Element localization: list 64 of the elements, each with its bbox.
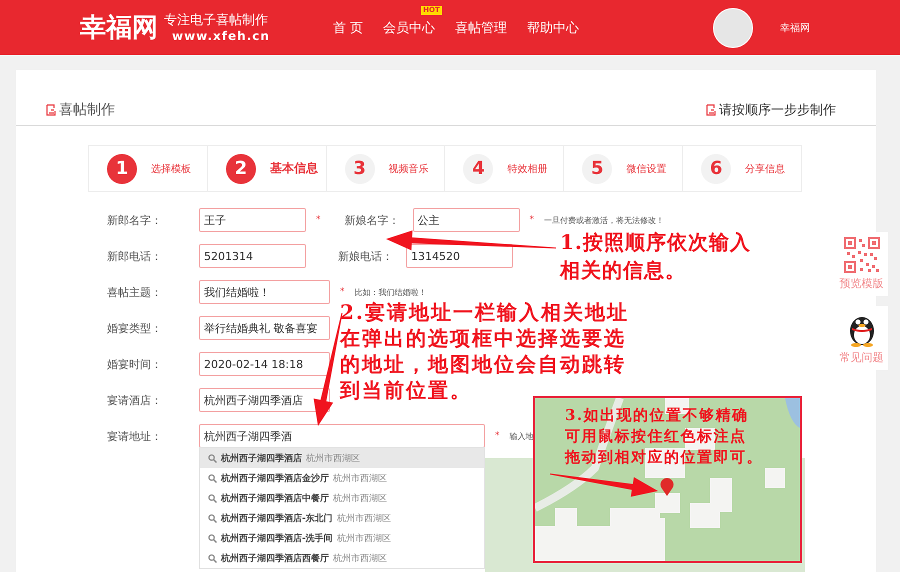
- nav-link[interactable]: 喜帖管理: [455, 18, 508, 36]
- site-slogan: 专注电子喜帖制作: [164, 12, 269, 28]
- qr-code-icon: [844, 237, 880, 273]
- step-tab[interactable]: 基本信息: [270, 160, 318, 177]
- site-logo[interactable]: 幸福网: [80, 10, 164, 45]
- required-mark: *: [340, 287, 344, 297]
- annotation-text: 1.按照顺序依次输入 相关的信息。: [560, 229, 751, 284]
- required-mark: *: [530, 215, 534, 225]
- field-label: 新郎电话：: [107, 248, 163, 264]
- search-icon: [208, 474, 217, 482]
- text-field[interactable]: 杭州西子湖四季酒: [199, 424, 485, 448]
- text-field[interactable]: 1314520: [406, 244, 513, 268]
- field-label: 宴请酒店：: [107, 392, 163, 408]
- step-tab[interactable]: 特效相册: [507, 162, 548, 176]
- step-number: 6: [701, 154, 732, 184]
- field-label: 婚宴时间：: [107, 356, 163, 372]
- step-tab[interactable]: 分享信息: [745, 162, 786, 176]
- edit-icon: [46, 104, 57, 116]
- step-number: 4: [463, 154, 494, 184]
- edit-icon: [706, 104, 717, 116]
- search-icon: [208, 514, 217, 522]
- field-label: 新娘名字：: [344, 212, 400, 228]
- step-number: 2: [226, 154, 256, 184]
- side-label: 预览模版: [840, 276, 884, 291]
- text-field[interactable]: 2020-02-14 18:18: [199, 352, 330, 376]
- step-tab[interactable]: 微信设置: [626, 162, 666, 176]
- field-label: 喜帖主题：: [107, 284, 163, 300]
- text-field[interactable]: 我们结婚啦！: [199, 280, 330, 304]
- field-label: 新郎名字：: [107, 212, 163, 228]
- text-field[interactable]: 公主: [412, 208, 520, 232]
- hint-text: 比如：我们结婚啦！: [354, 286, 426, 298]
- side-label: 常见问题: [840, 350, 884, 365]
- step-number: 1: [107, 154, 137, 184]
- field-label: 新娘电话：: [338, 248, 394, 264]
- nav-link[interactable]: 帮助中心: [527, 18, 580, 36]
- user-name[interactable]: 幸福网: [780, 20, 810, 34]
- search-icon: [208, 534, 217, 542]
- hint-text: 一旦付费或者激活，将无法修改！: [544, 214, 664, 226]
- step-number: 3: [344, 154, 375, 184]
- suggestion-item[interactable]: 杭州西子湖四季酒店 杭州市西湖区: [200, 448, 484, 468]
- site-url: www.xfeh.cn: [171, 28, 271, 42]
- text-field[interactable]: 杭州西子湖四季酒店: [199, 388, 330, 412]
- hint-text: 输入地: [510, 430, 534, 442]
- map-marker-icon: [660, 478, 674, 496]
- field-label: 婚宴类型：: [107, 320, 163, 336]
- text-field[interactable]: 举行结婚典礼 敬备喜宴: [199, 316, 330, 340]
- page-title: 喜帖制作: [59, 101, 115, 119]
- step-tab[interactable]: 选择模板: [151, 162, 191, 176]
- field-label: 宴请地址：: [107, 428, 163, 444]
- text-field[interactable]: 王子: [199, 208, 306, 232]
- avatar[interactable]: [713, 8, 754, 48]
- required-mark: *: [495, 431, 500, 441]
- annotation-text: 2.宴请地址一栏输入相关地址 在弹出的选项框中选择选要选 的地址，地图地位会自动跳转 到当前位置。: [340, 299, 629, 403]
- search-icon: [208, 494, 217, 502]
- annotation-text: 3.如出现的位置不够精确 可用鼠标按住红色标注点 拖动到相对应的位置即可。: [565, 405, 763, 468]
- step-number: 5: [582, 154, 612, 184]
- search-icon: [208, 454, 217, 462]
- guide-text: 请按顺序一步步制作: [719, 102, 836, 119]
- search-icon: [208, 554, 217, 562]
- nav-link[interactable]: 首 页: [333, 18, 364, 36]
- step-tab[interactable]: 视频音乐: [388, 162, 429, 176]
- text-field[interactable]: 5201314: [199, 244, 306, 268]
- required-mark: *: [316, 215, 320, 225]
- nav-link[interactable]: 会员中心: [383, 18, 436, 36]
